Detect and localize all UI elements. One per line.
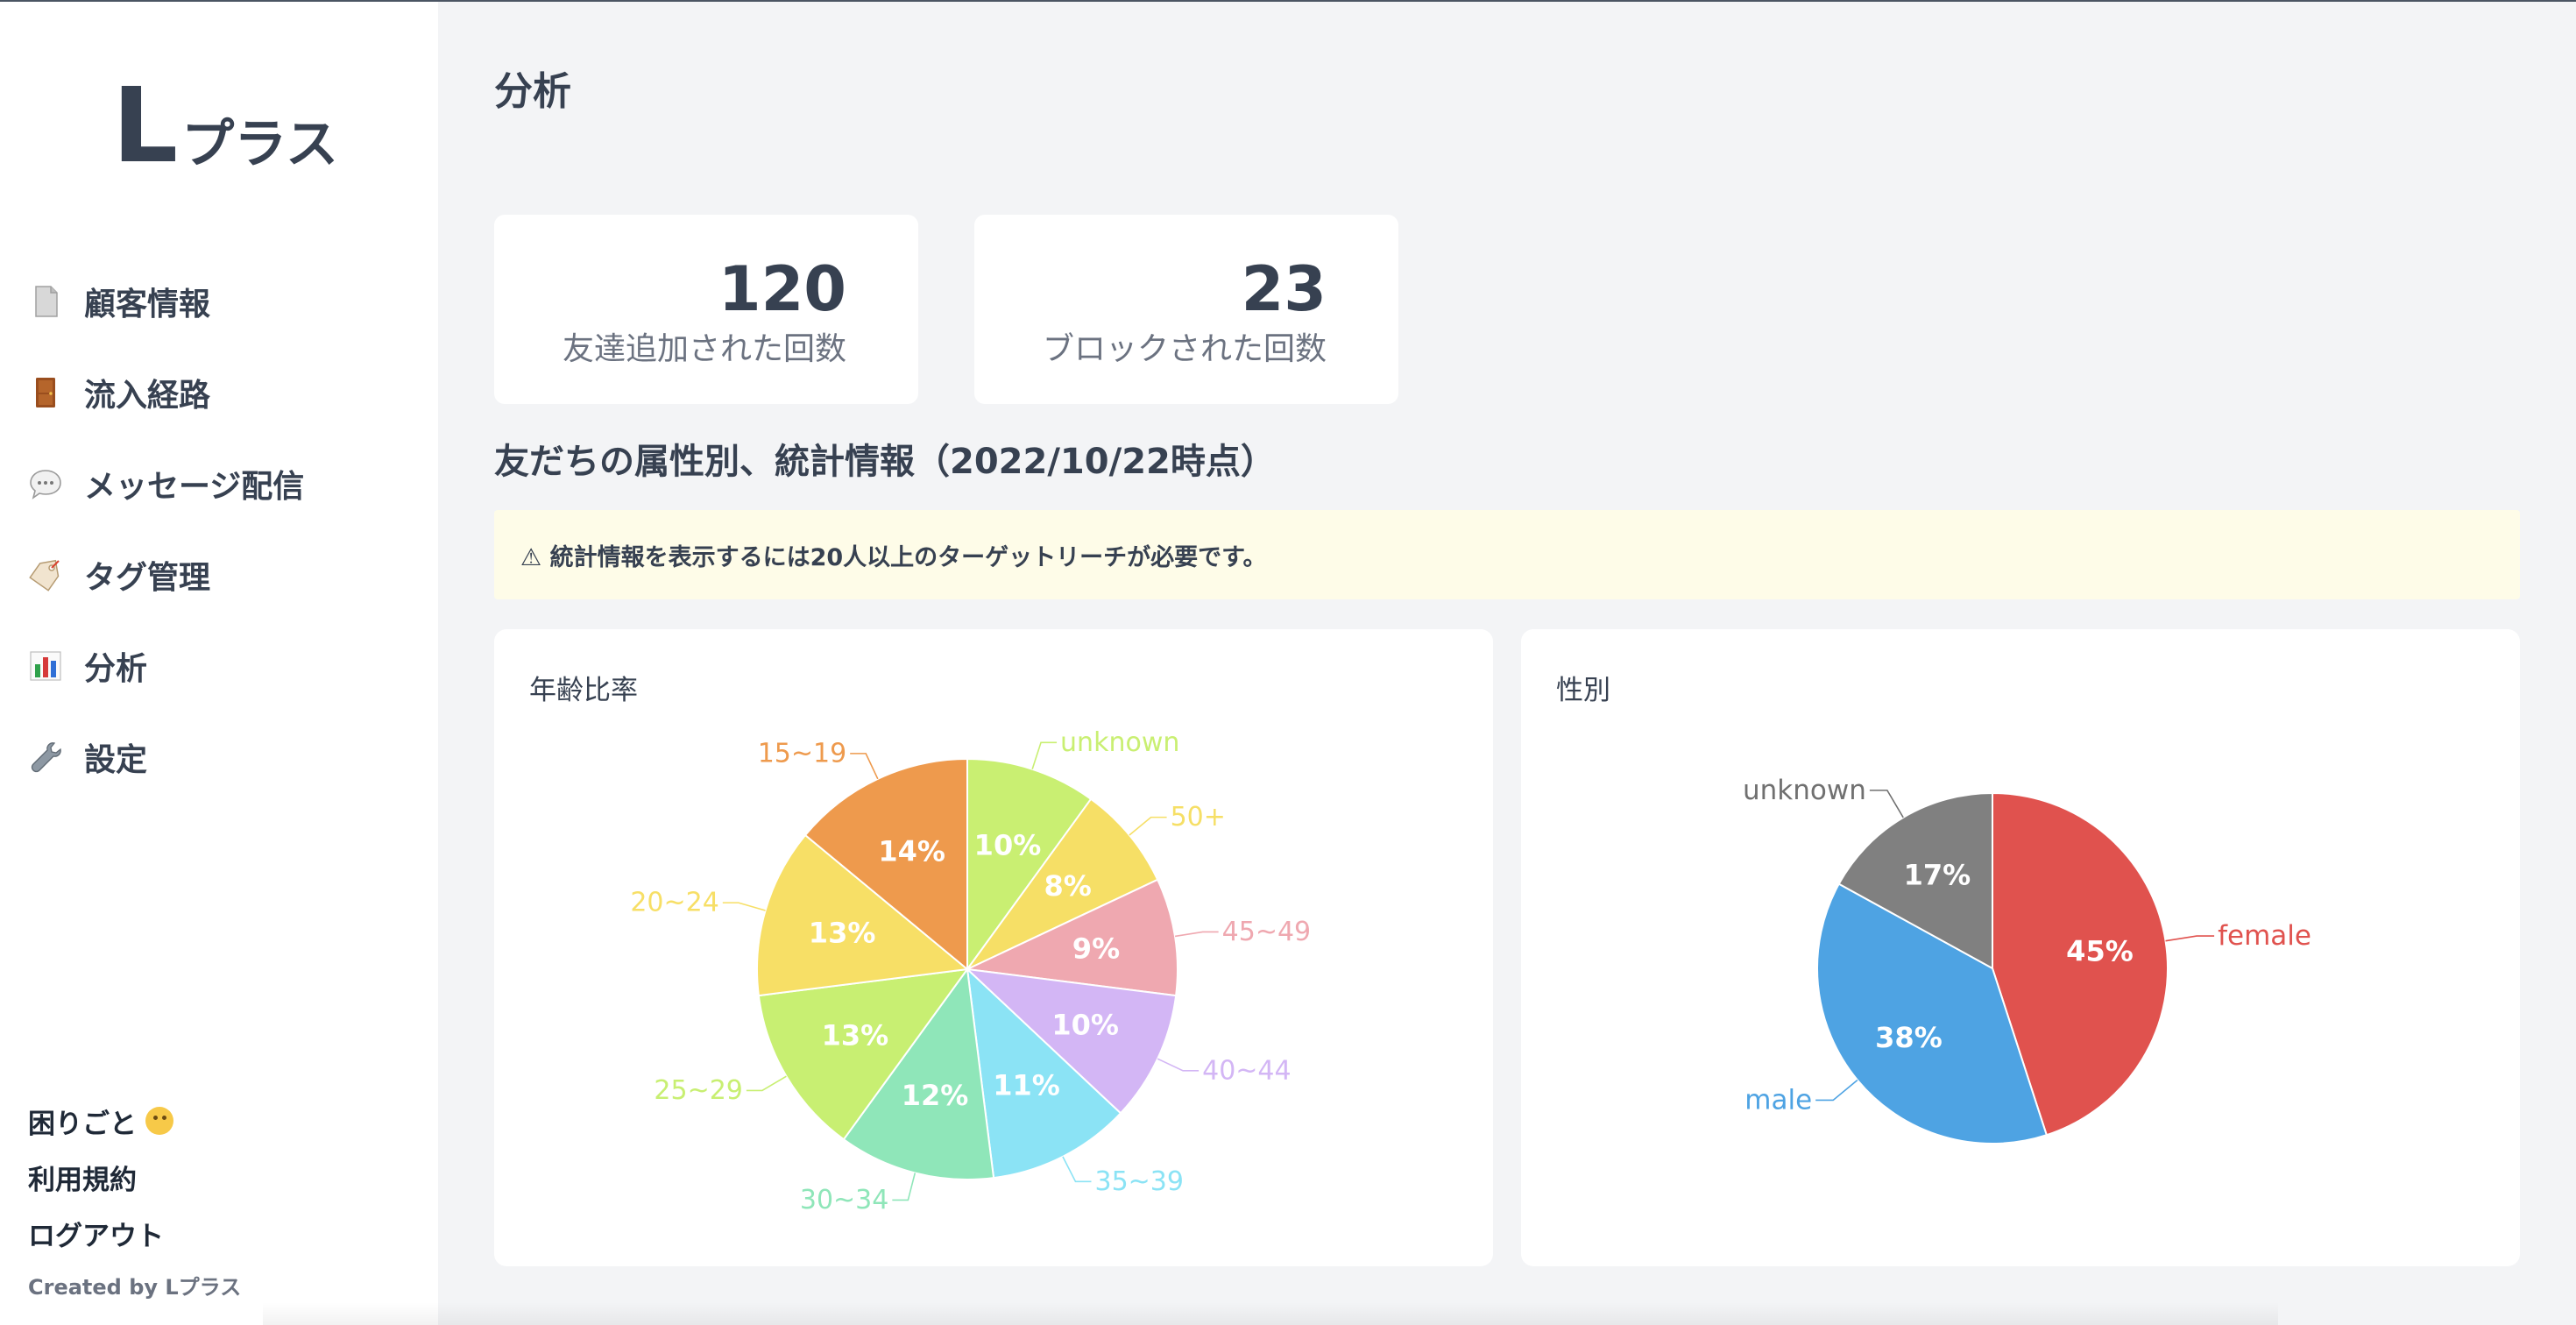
- warning-notice: ⚠ 統計情報を表示するには20人以上のターゲットリーチが必要です。: [494, 510, 2520, 599]
- page-title: 分析: [494, 69, 571, 114]
- pie-leader-line: [892, 1173, 916, 1201]
- pie-category-label: female: [2218, 920, 2311, 952]
- pie-leader-line: [1157, 1058, 1200, 1072]
- pie-leader-line: [2165, 935, 2215, 942]
- terms-link[interactable]: 利用規約: [28, 1149, 241, 1205]
- pie-percent-label: 45%: [2066, 935, 2134, 968]
- logout-link[interactable]: ログアウト: [28, 1205, 241, 1261]
- logo-letter: L: [112, 65, 178, 186]
- stat-card-blocks: 23 ブロックされた回数: [974, 215, 1398, 404]
- sidebar-item-label: 分析: [84, 651, 148, 687]
- sidebar-nav: 顧客情報 流入経路 メッセージ配信 タグ管理 分析 設定: [26, 256, 304, 803]
- pie-percent-label: 10%: [974, 828, 1042, 861]
- pie-category-label: male: [1744, 1084, 1812, 1116]
- sidebar-item-label: メッセージ配信: [84, 469, 305, 505]
- pie-category-label: 45~49: [1222, 917, 1311, 947]
- pie-category-label: unknown: [1743, 775, 1866, 806]
- sidebar-item-tag-management[interactable]: タグ管理: [26, 529, 304, 620]
- bar-chart-icon: [26, 647, 65, 685]
- pie-leader-line: [1129, 816, 1167, 836]
- door-icon: [26, 373, 65, 412]
- gender-chart-card: 性別 45% female 38% male 17% unknown: [1521, 629, 2520, 1266]
- sidebar-item-customers[interactable]: 顧客情報: [26, 256, 304, 347]
- pie-percent-label: 13%: [809, 916, 876, 949]
- pie-category-label: unknown: [1060, 727, 1179, 758]
- pie-percent-label: 38%: [1875, 1021, 1943, 1054]
- pie-leader-line: [746, 1075, 787, 1092]
- pie-leader-line: [850, 753, 879, 780]
- bottom-shadow: [263, 1302, 2278, 1325]
- sidebar-item-message-delivery[interactable]: メッセージ配信: [26, 438, 304, 529]
- pie-percent-label: 10%: [1051, 1008, 1119, 1041]
- age-pie-chart: 10% unknown 8% 50+ 9% 45~49 10% 40~44 11% 35~39 12…: [630, 727, 1311, 1215]
- pie-category-label: 20~24: [630, 888, 718, 918]
- section-title: 友だちの属性別、統計情報（2022/10/22時点）: [494, 442, 1276, 482]
- pie-percent-label: 14%: [878, 834, 945, 868]
- app-logo[interactable]: L プラス: [112, 74, 338, 177]
- pie-percent-label: 8%: [1044, 869, 1091, 903]
- sidebar-item-label: 設定: [84, 742, 148, 778]
- age-chart-card: 年齢比率 10% unknown 8% 50+ 9% 45~49 10% 40~44 11% 35…: [494, 629, 1493, 1266]
- document-icon: [26, 282, 65, 321]
- pie-percent-label: 13%: [822, 1019, 889, 1052]
- pie-category-label: 40~44: [1202, 1055, 1291, 1086]
- stat-label: ブロックされた回数: [1042, 331, 1327, 367]
- pie-percent-label: 17%: [1904, 858, 1971, 891]
- stat-label: 友達追加された回数: [562, 331, 846, 367]
- sidebar-item-label: 顧客情報: [84, 287, 211, 322]
- pie-category-label: 15~19: [758, 738, 846, 769]
- wrench-icon: [26, 738, 65, 776]
- sidebar-item-inflow-route[interactable]: 流入経路: [26, 347, 304, 438]
- help-link-label: 困りごと: [28, 1108, 137, 1140]
- pie-leader-line: [1174, 931, 1219, 938]
- sidebar-item-settings[interactable]: 設定: [26, 712, 304, 803]
- sidebar: L プラス 顧客情報 流入経路 メッセージ配信 タグ管理 分析 設定 困りごと …: [0, 2, 438, 1325]
- sidebar-item-analysis[interactable]: 分析: [26, 620, 304, 712]
- gender-pie-chart: 45% female 38% male 17% unknown: [1743, 775, 2311, 1144]
- pie-leader-line: [722, 902, 766, 911]
- pie-category-label: 25~29: [654, 1075, 742, 1106]
- pie-percent-label: 11%: [993, 1069, 1060, 1102]
- stat-value: 120: [718, 253, 846, 325]
- main-content: 分析 120 友達追加された回数 23 ブロックされた回数 友だちの属性別、統計…: [438, 0, 2576, 1325]
- created-by-text: Created by Lプラス: [28, 1275, 242, 1300]
- help-link[interactable]: 困りごと: [28, 1093, 241, 1149]
- pie-category-label: 50+: [1171, 802, 1226, 833]
- pie-leader-line: [1062, 1156, 1092, 1183]
- logo-text: プラス: [181, 114, 339, 175]
- sidebar-item-label: タグ管理: [84, 560, 211, 596]
- pie-leader-line: [1031, 741, 1058, 769]
- stat-card-friend-adds: 120 友達追加された回数: [494, 215, 918, 404]
- pie-category-label: 35~39: [1094, 1166, 1183, 1197]
- speech-bubble-icon: [26, 464, 65, 503]
- stat-value: 23: [1241, 253, 1327, 325]
- pie-percent-label: 9%: [1072, 932, 1120, 966]
- pie-category-label: 30~34: [800, 1185, 888, 1215]
- sidebar-item-label: 流入経路: [84, 378, 211, 414]
- thinking-face-icon: [145, 1107, 173, 1135]
- pie-leader-line: [1815, 1079, 1858, 1102]
- pie-percent-label: 12%: [902, 1079, 969, 1112]
- sidebar-footer: 困りごと 利用規約 ログアウト Created by Lプラス: [28, 1093, 241, 1300]
- notice-text: ⚠ 統計情報を表示するには20人以上のターゲットリーチが必要です。: [520, 543, 1267, 571]
- pie-leader-line: [1869, 790, 1904, 818]
- tag-icon: [26, 556, 65, 594]
